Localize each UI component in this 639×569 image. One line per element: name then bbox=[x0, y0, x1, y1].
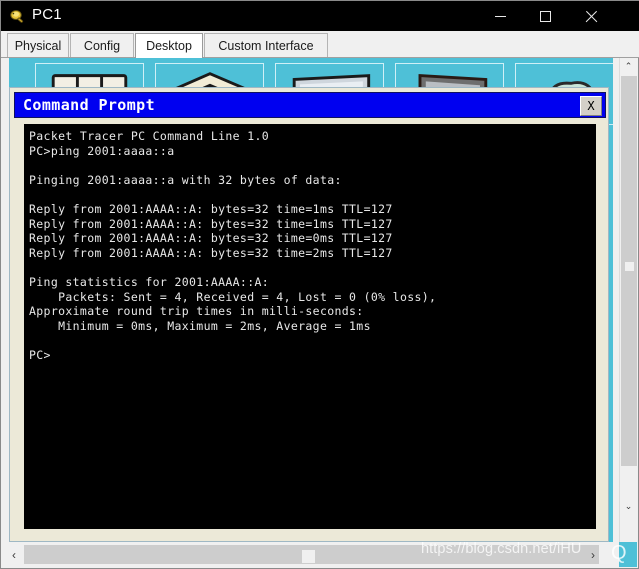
vertical-scrollbar-thumb[interactable] bbox=[621, 76, 637, 466]
command-prompt-close-label: X bbox=[587, 99, 595, 113]
chevron-down-icon: ⌄ bbox=[624, 501, 633, 511]
terminal-output-text: Packet Tracer PC Command Line 1.0 PC>pin… bbox=[29, 129, 437, 362]
window-titlebar: PC1 bbox=[1, 1, 639, 31]
desktop-panel: Command Prompt X Packet Tracer PC Comman… bbox=[9, 58, 613, 543]
scroll-left-button[interactable]: ‹ bbox=[4, 544, 24, 565]
tab-label: Desktop bbox=[146, 39, 192, 53]
terminal-output-area[interactable]: Packet Tracer PC Command Line 1.0 PC>pin… bbox=[24, 124, 596, 529]
maximize-button[interactable] bbox=[523, 1, 568, 31]
command-prompt-title: Command Prompt bbox=[23, 96, 156, 114]
scroll-right-button[interactable]: › bbox=[583, 544, 603, 565]
chevron-up-icon: ⌃ bbox=[624, 61, 633, 71]
scrollbar-corner bbox=[619, 542, 637, 567]
scrollbar-thumb-grip bbox=[625, 262, 634, 271]
tab-desktop[interactable]: Desktop bbox=[135, 33, 203, 58]
horizontal-scrollbar[interactable]: ‹ › bbox=[2, 542, 621, 567]
tab-label: Config bbox=[83, 38, 121, 53]
close-icon bbox=[584, 10, 597, 23]
command-prompt-titlebar[interactable]: Command Prompt X bbox=[14, 92, 606, 118]
tab-physical[interactable]: Physical bbox=[7, 33, 69, 57]
tab-custom-interface[interactable]: Custom Interface bbox=[204, 33, 328, 57]
chevron-right-icon: › bbox=[591, 547, 595, 562]
chevron-left-icon: ‹ bbox=[12, 547, 16, 562]
command-prompt-window: Command Prompt X Packet Tracer PC Comman… bbox=[9, 87, 609, 542]
horizontal-scrollbar-track[interactable] bbox=[24, 545, 599, 564]
pc1-device-window: PC1 Physical Config Desktop Custom Inter… bbox=[0, 0, 639, 569]
horizontal-scrollbar-thumb[interactable] bbox=[302, 550, 315, 563]
tab-bar: Physical Config Desktop Custom Interface bbox=[1, 31, 639, 58]
packet-tracer-pc-icon bbox=[9, 8, 26, 25]
tab-label: Custom Interface bbox=[218, 38, 314, 53]
tab-label: Physical bbox=[14, 38, 62, 53]
scroll-up-button[interactable]: ⌃ bbox=[620, 58, 637, 75]
close-button[interactable] bbox=[568, 1, 613, 31]
scroll-down-button[interactable]: ⌄ bbox=[620, 498, 637, 515]
command-prompt-close-button[interactable]: X bbox=[580, 96, 602, 116]
window-title: PC1 bbox=[32, 6, 62, 23]
minimize-icon bbox=[495, 15, 506, 17]
vertical-scrollbar[interactable]: ⌃ ⌄ bbox=[619, 58, 637, 543]
maximize-icon bbox=[540, 10, 551, 22]
tab-config[interactable]: Config bbox=[70, 33, 134, 57]
minimize-button[interactable] bbox=[478, 1, 523, 31]
